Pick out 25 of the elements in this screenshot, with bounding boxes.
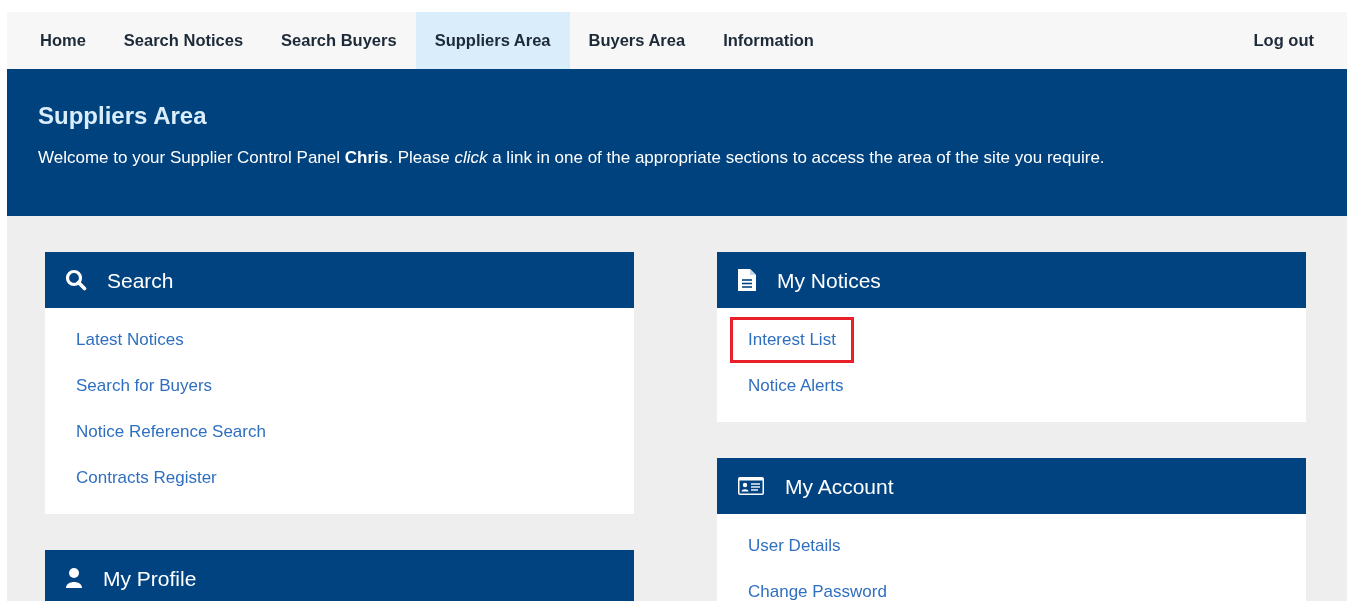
panel-title: My Notices: [777, 267, 881, 294]
nav-tab[interactable]: Buyers Area: [569, 12, 705, 69]
panel-link[interactable]: Notice Reference Search: [58, 409, 284, 456]
search-icon: [65, 269, 87, 292]
panel-link[interactable]: Contracts Register: [58, 455, 235, 502]
panel-link[interactable]: Search for Buyers: [58, 363, 231, 410]
logout-link[interactable]: Log out: [1234, 12, 1333, 69]
panel-title: Search: [107, 267, 174, 294]
panel-link[interactable]: Change Password: [730, 569, 905, 601]
person-icon: [65, 567, 83, 590]
panel-link[interactable]: User Details: [730, 523, 859, 570]
nav-tab[interactable]: Search Buyers: [262, 12, 416, 69]
nav-tab[interactable]: Search Notices: [104, 12, 263, 69]
page-title: Suppliers Area: [38, 102, 208, 131]
document-icon: [737, 268, 757, 293]
panel-title: My Account: [785, 473, 894, 500]
panel-title: My Profile: [103, 565, 197, 592]
welcome-text: Welcome to your Supplier Control Panel Chris. Please click a link in one of the appropriate sections to access the area of the site you require.: [38, 146, 1106, 169]
nav-tab[interactable]: Home: [21, 12, 105, 69]
id-card-icon: [737, 476, 765, 497]
panel-link[interactable]: Notice Alerts: [730, 363, 862, 410]
nav-tab[interactable]: Suppliers Area: [415, 12, 570, 69]
nav-tab[interactable]: Information: [704, 12, 833, 69]
panel-link[interactable]: Interest List: [730, 317, 854, 364]
panel-link[interactable]: Latest Notices: [58, 317, 202, 364]
